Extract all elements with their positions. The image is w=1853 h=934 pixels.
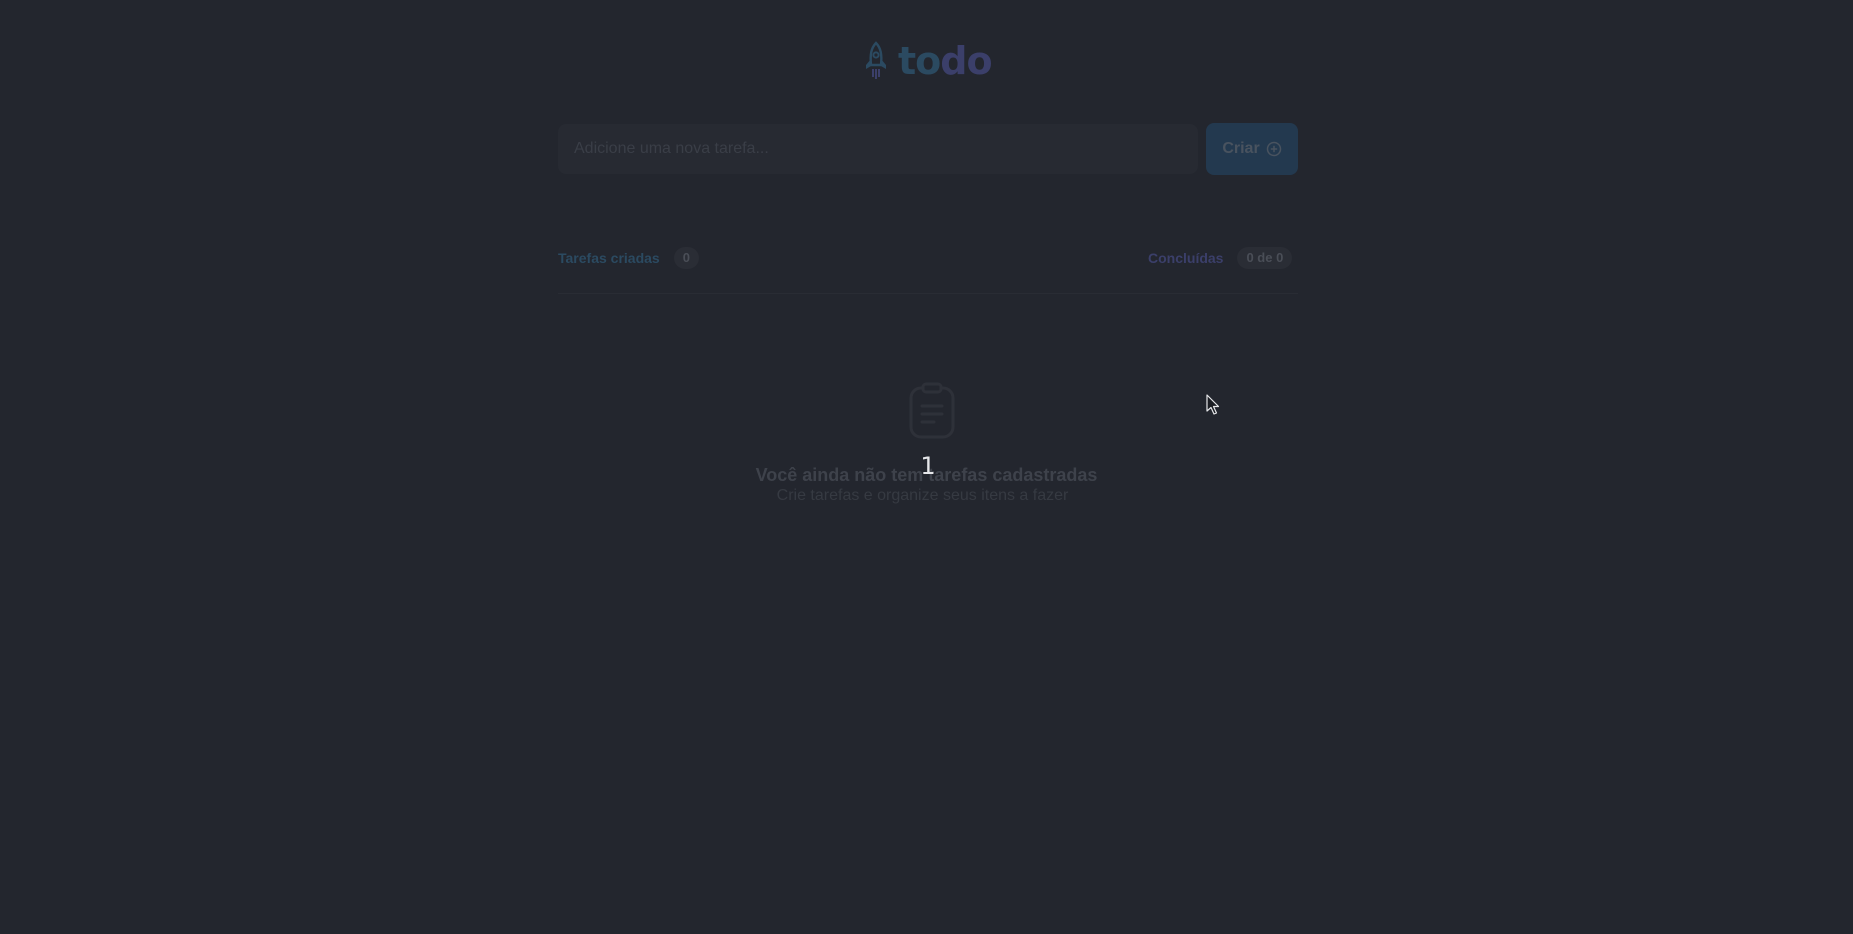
todo-app: todo Criar Tarefas criadas 0 Concluídas … <box>0 0 1853 934</box>
created-tasks-label: Tarefas criadas <box>558 250 660 266</box>
logo-text-do: do <box>940 39 992 83</box>
clipboard-icon <box>908 382 956 440</box>
completed-tasks-counter: Concluídas 0 de 0 <box>1148 247 1293 269</box>
completed-tasks-badge: 0 de 0 <box>1237 247 1293 269</box>
overlay-number: 1 <box>920 452 936 480</box>
mouse-cursor-icon <box>1206 394 1220 416</box>
empty-state-subtitle: Crie tarefas e organize seus itens a faz… <box>776 487 1069 504</box>
rocket-icon <box>866 41 886 79</box>
new-task-input[interactable] <box>558 124 1198 174</box>
logo-text-to: to <box>898 39 941 83</box>
plus-circle-icon <box>1266 141 1281 157</box>
created-tasks-badge: 0 <box>673 247 699 269</box>
divider <box>558 293 1298 294</box>
completed-tasks-label: Concluídas <box>1148 250 1224 266</box>
logo-text: todo <box>898 36 993 86</box>
logo: todo <box>862 36 993 86</box>
create-button[interactable]: Criar <box>1206 123 1298 175</box>
create-button-label: Criar <box>1222 140 1260 157</box>
created-tasks-counter: Tarefas criadas 0 <box>558 247 699 269</box>
